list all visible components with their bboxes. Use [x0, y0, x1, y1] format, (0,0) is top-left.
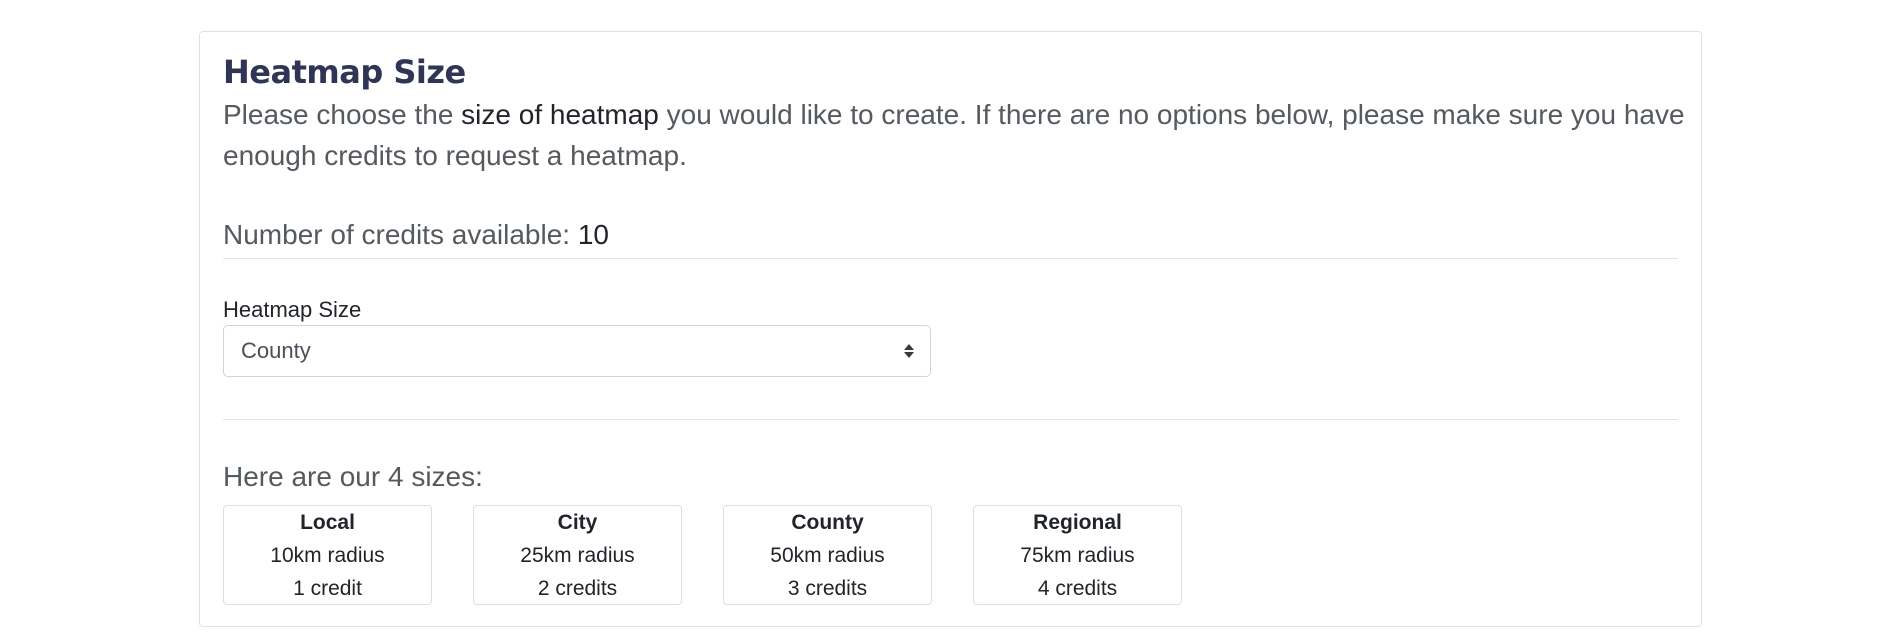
intro-emphasis: size of heatmap	[461, 99, 659, 130]
sizes-heading: Here are our 4 sizes:	[223, 461, 483, 492]
intro-text: Please choose the size of heatmap you wo…	[223, 94, 1693, 176]
size-name: Local	[300, 511, 355, 534]
select-sort-caret-icon	[904, 344, 914, 358]
card-body: Heatmap Size Please choose the size of h…	[223, 32, 1685, 626]
size-name: City	[557, 511, 598, 534]
size-radius: 50km radius	[770, 544, 885, 567]
heatmap-size-card: Heatmap Size Please choose the size of h…	[199, 31, 1702, 627]
credits-label: Number of credits available:	[223, 219, 578, 250]
credits-value: 10	[577, 219, 609, 250]
divider-bottom	[223, 419, 1678, 420]
size-cost: 3 credits	[787, 577, 868, 600]
size-card-county: County 50km radius 3 credits	[723, 505, 932, 605]
size-cost: 1 credit	[293, 577, 362, 600]
size-card-local: Local 10km radius 1 credit	[223, 505, 432, 605]
size-name: County	[791, 511, 864, 534]
size-cost: 2 credits	[537, 577, 618, 600]
credits-available: Number of credits available: 10	[223, 214, 609, 255]
size-radius: 25km radius	[520, 544, 635, 567]
heatmap-size-selected-value: County	[241, 338, 311, 363]
intro-before: Please choose the	[223, 99, 462, 130]
size-cost: 4 credits	[1037, 577, 1118, 600]
page-title: Heatmap Size	[223, 53, 466, 91]
size-radius: 75km radius	[1020, 544, 1135, 567]
heatmap-size-select[interactable]: County	[223, 325, 931, 377]
heatmap-size-label: Heatmap Size	[223, 297, 362, 322]
size-name: Regional	[1033, 511, 1122, 534]
size-card-regional: Regional 75km radius 4 credits	[973, 505, 1182, 605]
divider-top	[223, 258, 1678, 259]
size-card-city: City 25km radius 2 credits	[473, 505, 682, 605]
size-radius: 10km radius	[270, 544, 385, 567]
